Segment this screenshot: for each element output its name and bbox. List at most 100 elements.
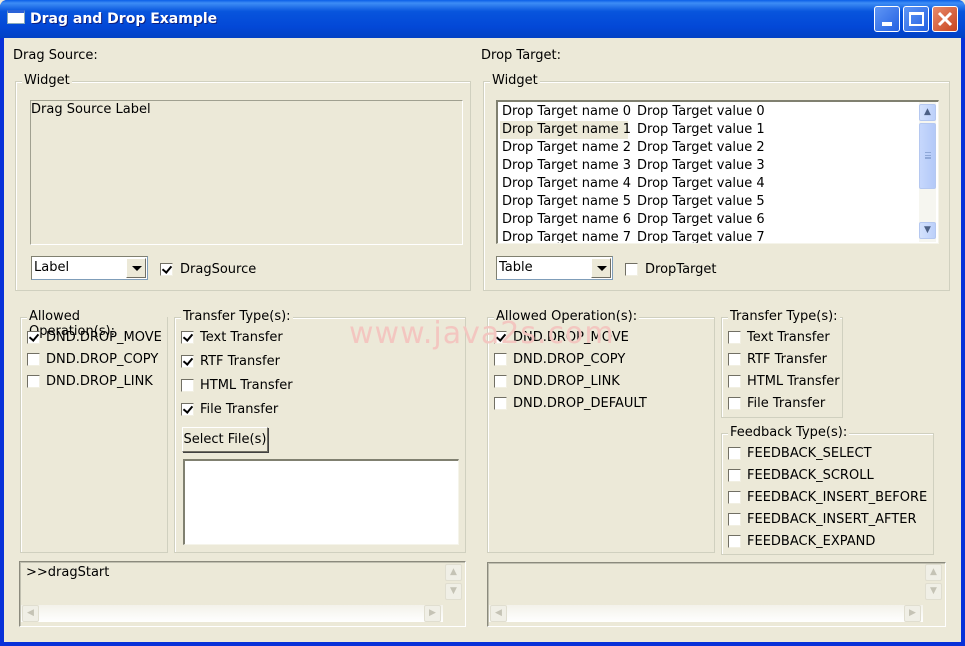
log-scroll-left-button[interactable]: ◀ [490,605,507,622]
log-scroll-down-button[interactable]: ▼ [445,583,462,600]
table-cell-name: Drop Target name 6 [502,212,632,227]
drag-source-enable-checkbox[interactable] [160,263,173,276]
drag-source-operation-checkbox[interactable] [27,375,40,388]
drag-source-transfer-label: RTF Transfer [200,354,280,369]
minimize-button[interactable] [874,6,900,32]
drop-target-transfer-checkbox[interactable] [728,375,741,388]
drop-target-feedback-checkbox[interactable] [728,447,741,460]
drop-target-feedback-checkbox[interactable] [728,491,741,504]
drag-source-operation-label: DND.DROP_COPY [46,352,159,367]
chevron-down-icon: ▼ [450,586,457,596]
drop-target-feedback-checkbox[interactable] [728,469,741,482]
table-cell-value: Drop Target value 2 [637,140,765,155]
drop-target-feedback-checkbox[interactable] [728,513,741,526]
grip-icon [925,152,931,159]
table-scroll-up-button[interactable]: ▲ [919,104,936,121]
drop-target-feedback-label: FEEDBACK_SELECT [747,446,872,461]
table-row[interactable]: Drop Target name 5 Drop Target value 5 [500,193,910,211]
log-scroll-right-button[interactable]: ▶ [424,605,441,622]
table-row[interactable]: Drop Target name 3 Drop Target value 3 [500,157,910,175]
table-row[interactable]: Drop Target name 1 Drop Target value 1 [500,121,765,139]
drag-source-event-log[interactable]: >>dragStart ▲ ▼ ◀ ▶ [19,561,466,627]
drag-source-transfer-checkbox[interactable] [181,331,194,344]
log-horizontal-scrollbar[interactable]: ◀ ▶ [21,605,443,622]
table-cell-value: Drop Target value 5 [637,194,765,209]
log-scroll-left-button[interactable]: ◀ [22,605,39,622]
drag-source-transfer-checkbox[interactable] [181,379,194,392]
drag-source-allowed-operations-group: Allowed Operation(s): DND.DROP_MOVE DND.D… [20,309,168,553]
close-button[interactable] [932,6,958,32]
title-bar[interactable]: Drag and Drop Example [0,0,965,38]
drag-source-transfer-checkbox[interactable] [181,403,194,416]
drop-target-operation-checkbox[interactable] [494,331,507,344]
drop-target-operation-checkbox[interactable] [494,375,507,388]
drop-target-operation-checkbox[interactable] [494,353,507,366]
drag-source-widget-group: Widget Drag Source Label Label DragSourc… [15,73,471,291]
maximize-button[interactable] [903,6,929,32]
table-cell-name: Drop Target name 3 [502,158,632,173]
table-row[interactable]: Drop Target name 4 Drop Target value 4 [500,175,910,193]
chevron-down-icon: ▼ [930,586,937,596]
close-icon [937,11,953,27]
drag-source-transfer-label: Text Transfer [200,330,283,345]
drag-source-operation-label: DND.DROP_LINK [46,374,153,389]
drop-target-transfer-checkbox[interactable] [728,353,741,366]
combo-value: Table [499,260,533,275]
table-row[interactable]: Drop Target name 0 Drop Target value 0 [500,103,910,121]
drop-target-operation-label: DND.DROP_DEFAULT [513,396,647,411]
chevron-down-icon[interactable] [591,258,611,278]
table-row[interactable]: Drop Target name 6 Drop Target value 6 [500,211,910,229]
log-scroll-up-button[interactable]: ▲ [925,564,942,581]
drop-target-transfer-checkbox[interactable] [728,397,741,410]
chevron-right-icon: ▶ [909,608,916,618]
table-vertical-scrollbar[interactable]: ▲ ▼ [919,102,936,242]
drop-target-widget-group: Widget Drop Target name 0 Drop Target val… [483,73,950,291]
drop-target-transfer-checkbox[interactable] [728,331,741,344]
log-horizontal-scrollbar[interactable]: ◀ ▶ [489,605,923,622]
drop-target-feedback-label: FEEDBACK_INSERT_BEFORE [747,490,928,505]
table-scroll-down-button[interactable]: ▼ [919,222,936,239]
window-client-area: Drag Source: Widget Drag Source Label La… [4,38,961,642]
selected-files-list[interactable] [183,459,459,545]
drag-source-operation-checkbox[interactable] [27,353,40,366]
drop-target-enable-checkbox[interactable] [625,263,638,276]
table-cell-name: Drop Target name 4 [502,176,632,191]
chevron-left-icon: ◀ [27,608,34,618]
drop-target-widget-type-combo[interactable]: Table [496,256,613,280]
drop-target-transfer-types-group: Transfer Type(s): Text Transfer RTF Trans… [721,309,843,418]
chevron-down-icon[interactable] [126,258,146,278]
drag-source-operation-label: DND.DROP_MOVE [46,330,162,345]
drop-target-feedback-checkbox[interactable] [728,535,741,548]
table-scroll-thumb[interactable] [919,123,936,189]
minimize-icon [882,22,892,26]
drag-source-heading: Drag Source: [13,48,98,63]
log-scroll-up-button[interactable]: ▲ [445,564,462,581]
drop-target-table[interactable]: Drop Target name 0 Drop Target value 0 Dro… [496,100,939,244]
drag-source-enable-label: DragSource [180,262,257,277]
maximize-icon [909,12,924,26]
table-cell-value: Drop Target value 3 [637,158,765,173]
drag-source-label-widget[interactable]: Drag Source Label [30,100,463,245]
select-files-button[interactable]: Select File(s) [182,427,268,452]
table-cell-value: Drop Target value 0 [637,104,765,119]
drag-source-operation-checkbox[interactable] [27,331,40,344]
table-cell-value: Drop Target value 7 [637,230,765,244]
drag-source-transfer-checkbox[interactable] [181,355,194,368]
table-row[interactable]: Drop Target name 7 Drop Target value 7 [500,229,910,244]
drop-target-operation-label: DND.DROP_COPY [513,352,626,367]
table-cell-value: Drop Target value 4 [637,176,765,191]
group-title: Widget [22,73,72,88]
drop-target-event-log[interactable]: ▲ ▼ ◀ ▶ [487,562,946,627]
chevron-up-icon: ▲ [924,107,931,117]
log-scroll-right-button[interactable]: ▶ [904,605,921,622]
chevron-up-icon: ▲ [450,567,457,577]
log-scroll-down-button[interactable]: ▼ [925,583,942,600]
drop-target-transfer-label: HTML Transfer [747,374,840,389]
window-icon [7,10,25,24]
combo-value: Label [34,260,70,275]
drag-source-widget-type-combo[interactable]: Label [31,256,148,280]
drop-target-feedback-label: FEEDBACK_INSERT_AFTER [747,512,917,527]
drop-target-operation-checkbox[interactable] [494,397,507,410]
drop-target-operation-label: DND.DROP_MOVE [513,330,629,345]
table-row[interactable]: Drop Target name 2 Drop Target value 2 [500,139,910,157]
